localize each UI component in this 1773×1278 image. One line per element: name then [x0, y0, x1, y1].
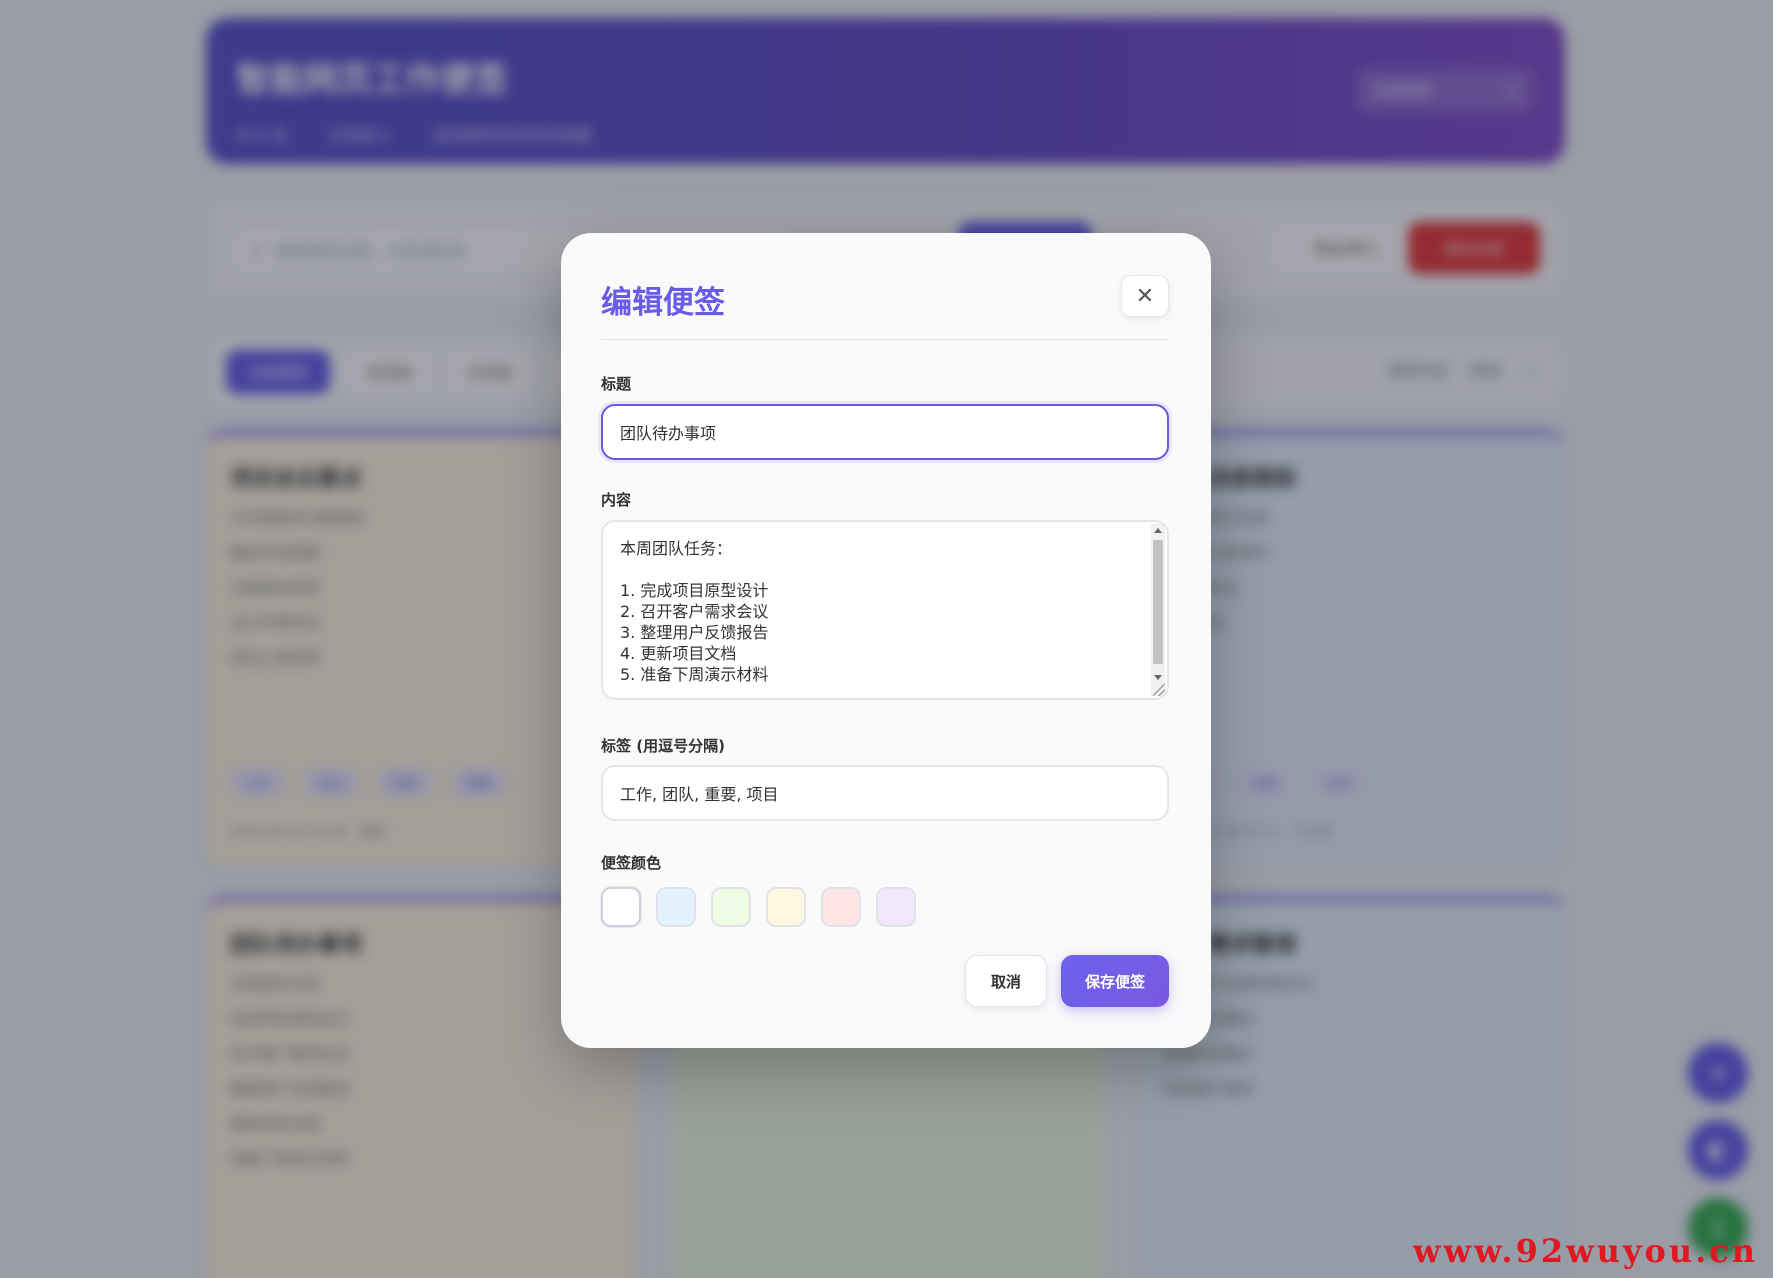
content-label: 内容 [601, 491, 632, 509]
tags-label: 标签 (用逗号分隔) [601, 737, 725, 755]
color-swatch[interactable] [656, 887, 696, 927]
content-line: 2. 召开客户需求会议 [620, 602, 769, 621]
scroll-thumb[interactable] [1153, 540, 1163, 664]
content-line: 4. 更新项目文档 [620, 644, 737, 663]
edit-note-modal: 编辑便签 ✕ 标题 内容 本周团队任务： 1. 完成项目原型设计 2. 召开客户需求… [561, 233, 1211, 1048]
content-line: 本周团队任务： [620, 539, 733, 558]
content-text: 本周团队任务： 1. 完成项目原型设计 2. 召开客户需求会议 3. 整理用户反馈报告… [620, 538, 1140, 685]
tags-input[interactable] [601, 765, 1169, 821]
color-swatch[interactable] [601, 887, 641, 927]
content-line [620, 559, 1140, 580]
color-picker [601, 887, 916, 927]
modal-divider [601, 339, 1169, 340]
content-line: 5. 准备下周演示材料 [620, 665, 769, 684]
close-icon: ✕ [1135, 283, 1155, 309]
content-line: 1. 完成项目原型设计 [620, 581, 769, 600]
cancel-button[interactable]: 取消 [965, 955, 1047, 1007]
resize-grip-icon[interactable] [1153, 684, 1165, 696]
watermark: www.92wuyou.cn [1413, 1232, 1758, 1270]
color-swatch[interactable] [711, 887, 751, 927]
close-button[interactable]: ✕ [1121, 275, 1169, 317]
title-input[interactable] [601, 404, 1169, 460]
scroll-up-icon[interactable] [1154, 528, 1162, 533]
color-swatch[interactable] [766, 887, 806, 927]
save-note-button[interactable]: 保存便签 [1061, 955, 1169, 1007]
content-textarea[interactable]: 本周团队任务： 1. 完成项目原型设计 2. 召开客户需求会议 3. 整理用户反馈报告… [601, 520, 1169, 700]
color-label: 便签颜色 [601, 854, 662, 872]
textarea-scrollbar[interactable] [1151, 524, 1165, 696]
title-label: 标题 [601, 375, 632, 393]
content-line: 3. 整理用户反馈报告 [620, 623, 769, 642]
scroll-down-icon[interactable] [1154, 675, 1162, 680]
color-swatch[interactable] [821, 887, 861, 927]
color-swatch[interactable] [876, 887, 916, 927]
modal-title: 编辑便签 [601, 285, 725, 321]
